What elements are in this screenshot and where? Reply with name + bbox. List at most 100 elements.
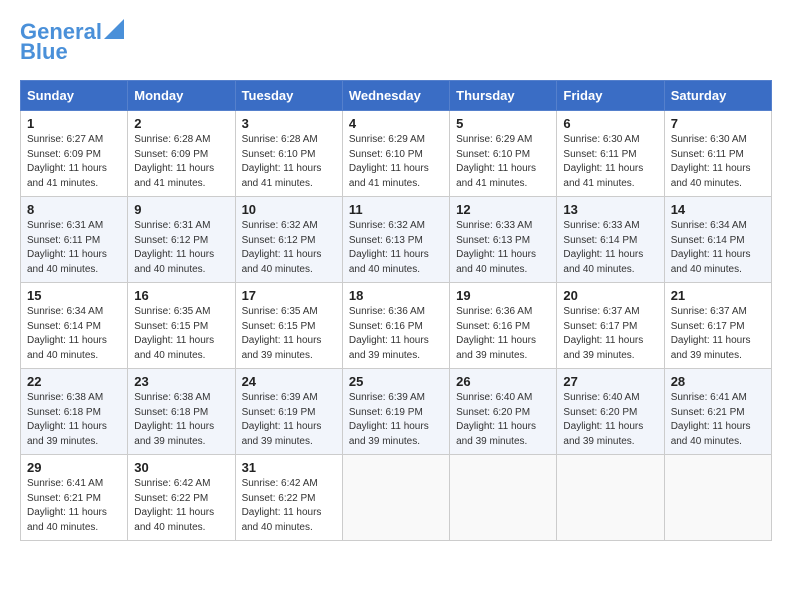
- calendar-cell: 22 Sunrise: 6:38 AMSunset: 6:18 PMDaylig…: [21, 369, 128, 455]
- week-row-3: 15 Sunrise: 6:34 AMSunset: 6:14 PMDaylig…: [21, 283, 772, 369]
- day-info: Sunrise: 6:28 AMSunset: 6:09 PMDaylight:…: [134, 134, 214, 189]
- day-number: 30: [134, 460, 228, 475]
- day-number: 23: [134, 374, 228, 389]
- calendar-cell: 28 Sunrise: 6:41 AMSunset: 6:21 PMDaylig…: [664, 369, 771, 455]
- day-info: Sunrise: 6:33 AMSunset: 6:13 PMDaylight:…: [456, 220, 536, 275]
- day-info: Sunrise: 6:31 AMSunset: 6:11 PMDaylight:…: [27, 220, 107, 275]
- day-info: Sunrise: 6:40 AMSunset: 6:20 PMDaylight:…: [563, 392, 643, 447]
- day-info: Sunrise: 6:38 AMSunset: 6:18 PMDaylight:…: [27, 392, 107, 447]
- logo: General Blue: [20, 20, 124, 64]
- calendar-cell: 9 Sunrise: 6:31 AMSunset: 6:12 PMDayligh…: [128, 197, 235, 283]
- calendar-cell: 1 Sunrise: 6:27 AMSunset: 6:09 PMDayligh…: [21, 111, 128, 197]
- calendar-table: SundayMondayTuesdayWednesdayThursdayFrid…: [20, 80, 772, 541]
- calendar-cell: 7 Sunrise: 6:30 AMSunset: 6:11 PMDayligh…: [664, 111, 771, 197]
- calendar-cell: [664, 455, 771, 541]
- day-info: Sunrise: 6:40 AMSunset: 6:20 PMDaylight:…: [456, 392, 536, 447]
- day-info: Sunrise: 6:42 AMSunset: 6:22 PMDaylight:…: [134, 478, 214, 533]
- day-info: Sunrise: 6:35 AMSunset: 6:15 PMDaylight:…: [134, 306, 214, 361]
- day-number: 14: [671, 202, 765, 217]
- day-info: Sunrise: 6:29 AMSunset: 6:10 PMDaylight:…: [456, 134, 536, 189]
- calendar-cell: 31 Sunrise: 6:42 AMSunset: 6:22 PMDaylig…: [235, 455, 342, 541]
- weekday-header-saturday: Saturday: [664, 81, 771, 111]
- calendar-cell: 20 Sunrise: 6:37 AMSunset: 6:17 PMDaylig…: [557, 283, 664, 369]
- calendar-cell: 15 Sunrise: 6:34 AMSunset: 6:14 PMDaylig…: [21, 283, 128, 369]
- calendar-cell: 14 Sunrise: 6:34 AMSunset: 6:14 PMDaylig…: [664, 197, 771, 283]
- calendar-cell: 29 Sunrise: 6:41 AMSunset: 6:21 PMDaylig…: [21, 455, 128, 541]
- weekday-header-thursday: Thursday: [450, 81, 557, 111]
- calendar-cell: 13 Sunrise: 6:33 AMSunset: 6:14 PMDaylig…: [557, 197, 664, 283]
- day-number: 10: [242, 202, 336, 217]
- day-number: 9: [134, 202, 228, 217]
- week-row-1: 1 Sunrise: 6:27 AMSunset: 6:09 PMDayligh…: [21, 111, 772, 197]
- logo-triangle-icon: [104, 19, 124, 39]
- day-info: Sunrise: 6:27 AMSunset: 6:09 PMDaylight:…: [27, 134, 107, 189]
- day-number: 12: [456, 202, 550, 217]
- day-info: Sunrise: 6:37 AMSunset: 6:17 PMDaylight:…: [563, 306, 643, 361]
- calendar-cell: [557, 455, 664, 541]
- calendar-cell: 11 Sunrise: 6:32 AMSunset: 6:13 PMDaylig…: [342, 197, 449, 283]
- page-header: General Blue: [20, 20, 772, 64]
- day-info: Sunrise: 6:28 AMSunset: 6:10 PMDaylight:…: [242, 134, 322, 189]
- calendar-cell: 10 Sunrise: 6:32 AMSunset: 6:12 PMDaylig…: [235, 197, 342, 283]
- week-row-5: 29 Sunrise: 6:41 AMSunset: 6:21 PMDaylig…: [21, 455, 772, 541]
- day-number: 19: [456, 288, 550, 303]
- day-info: Sunrise: 6:41 AMSunset: 6:21 PMDaylight:…: [27, 478, 107, 533]
- day-number: 21: [671, 288, 765, 303]
- calendar-cell: 2 Sunrise: 6:28 AMSunset: 6:09 PMDayligh…: [128, 111, 235, 197]
- calendar-cell: 17 Sunrise: 6:35 AMSunset: 6:15 PMDaylig…: [235, 283, 342, 369]
- day-number: 1: [27, 116, 121, 131]
- weekday-header-tuesday: Tuesday: [235, 81, 342, 111]
- calendar-cell: 12 Sunrise: 6:33 AMSunset: 6:13 PMDaylig…: [450, 197, 557, 283]
- day-number: 17: [242, 288, 336, 303]
- calendar-cell: 4 Sunrise: 6:29 AMSunset: 6:10 PMDayligh…: [342, 111, 449, 197]
- day-number: 24: [242, 374, 336, 389]
- weekday-header-wednesday: Wednesday: [342, 81, 449, 111]
- day-info: Sunrise: 6:36 AMSunset: 6:16 PMDaylight:…: [349, 306, 429, 361]
- calendar-cell: 18 Sunrise: 6:36 AMSunset: 6:16 PMDaylig…: [342, 283, 449, 369]
- day-info: Sunrise: 6:42 AMSunset: 6:22 PMDaylight:…: [242, 478, 322, 533]
- weekday-header-row: SundayMondayTuesdayWednesdayThursdayFrid…: [21, 81, 772, 111]
- day-number: 4: [349, 116, 443, 131]
- calendar-cell: 21 Sunrise: 6:37 AMSunset: 6:17 PMDaylig…: [664, 283, 771, 369]
- day-number: 26: [456, 374, 550, 389]
- day-number: 31: [242, 460, 336, 475]
- day-number: 11: [349, 202, 443, 217]
- day-number: 20: [563, 288, 657, 303]
- day-info: Sunrise: 6:30 AMSunset: 6:11 PMDaylight:…: [563, 134, 643, 189]
- weekday-header-monday: Monday: [128, 81, 235, 111]
- day-number: 25: [349, 374, 443, 389]
- calendar-cell: 26 Sunrise: 6:40 AMSunset: 6:20 PMDaylig…: [450, 369, 557, 455]
- calendar-cell: [450, 455, 557, 541]
- day-number: 6: [563, 116, 657, 131]
- day-number: 18: [349, 288, 443, 303]
- day-info: Sunrise: 6:33 AMSunset: 6:14 PMDaylight:…: [563, 220, 643, 275]
- day-info: Sunrise: 6:35 AMSunset: 6:15 PMDaylight:…: [242, 306, 322, 361]
- day-number: 15: [27, 288, 121, 303]
- calendar-cell: 25 Sunrise: 6:39 AMSunset: 6:19 PMDaylig…: [342, 369, 449, 455]
- day-info: Sunrise: 6:31 AMSunset: 6:12 PMDaylight:…: [134, 220, 214, 275]
- calendar-cell: 19 Sunrise: 6:36 AMSunset: 6:16 PMDaylig…: [450, 283, 557, 369]
- weekday-header-friday: Friday: [557, 81, 664, 111]
- day-info: Sunrise: 6:34 AMSunset: 6:14 PMDaylight:…: [27, 306, 107, 361]
- calendar-cell: 6 Sunrise: 6:30 AMSunset: 6:11 PMDayligh…: [557, 111, 664, 197]
- day-number: 2: [134, 116, 228, 131]
- calendar-cell: 27 Sunrise: 6:40 AMSunset: 6:20 PMDaylig…: [557, 369, 664, 455]
- day-number: 13: [563, 202, 657, 217]
- calendar-cell: 16 Sunrise: 6:35 AMSunset: 6:15 PMDaylig…: [128, 283, 235, 369]
- day-number: 7: [671, 116, 765, 131]
- calendar-cell: 8 Sunrise: 6:31 AMSunset: 6:11 PMDayligh…: [21, 197, 128, 283]
- calendar-cell: 24 Sunrise: 6:39 AMSunset: 6:19 PMDaylig…: [235, 369, 342, 455]
- day-info: Sunrise: 6:41 AMSunset: 6:21 PMDaylight:…: [671, 392, 751, 447]
- day-info: Sunrise: 6:32 AMSunset: 6:13 PMDaylight:…: [349, 220, 429, 275]
- day-info: Sunrise: 6:36 AMSunset: 6:16 PMDaylight:…: [456, 306, 536, 361]
- day-number: 8: [27, 202, 121, 217]
- day-number: 22: [27, 374, 121, 389]
- day-info: Sunrise: 6:39 AMSunset: 6:19 PMDaylight:…: [242, 392, 322, 447]
- day-number: 27: [563, 374, 657, 389]
- day-info: Sunrise: 6:29 AMSunset: 6:10 PMDaylight:…: [349, 134, 429, 189]
- day-number: 29: [27, 460, 121, 475]
- calendar-cell: 23 Sunrise: 6:38 AMSunset: 6:18 PMDaylig…: [128, 369, 235, 455]
- week-row-4: 22 Sunrise: 6:38 AMSunset: 6:18 PMDaylig…: [21, 369, 772, 455]
- day-info: Sunrise: 6:37 AMSunset: 6:17 PMDaylight:…: [671, 306, 751, 361]
- logo-text-blue: Blue: [20, 40, 68, 64]
